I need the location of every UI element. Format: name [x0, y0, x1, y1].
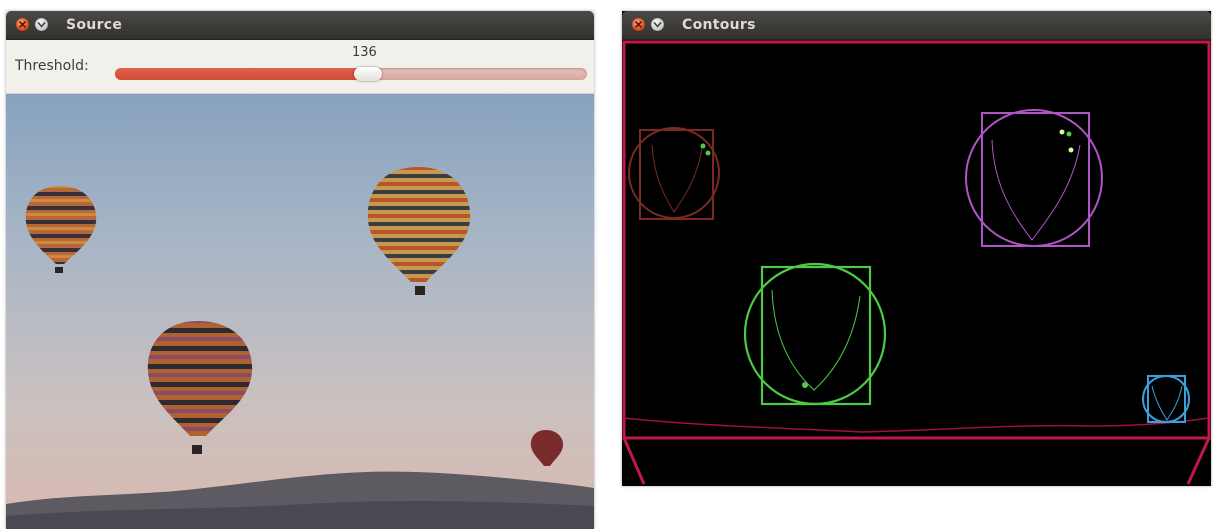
window-title: Contours: [682, 17, 756, 33]
slider-thumb[interactable]: [353, 67, 382, 81]
close-icon[interactable]: [16, 18, 29, 31]
contours-window: Contours: [622, 11, 1211, 486]
threshold-slider[interactable]: [115, 68, 587, 80]
source-titlebar[interactable]: Source: [6, 11, 594, 40]
slider-fill: [115, 68, 368, 80]
threshold-label: Threshold:: [15, 58, 89, 74]
chevron-down-icon[interactable]: [35, 18, 48, 31]
contours-image: [622, 40, 1211, 486]
source-window: Source Threshold: 136: [6, 11, 594, 529]
threshold-value: 136: [352, 45, 377, 60]
window-title: Source: [66, 17, 123, 33]
source-image: [6, 94, 594, 529]
close-icon[interactable]: [632, 18, 645, 31]
threshold-toolbar: Threshold: 136: [6, 40, 594, 94]
chevron-down-icon[interactable]: [651, 18, 664, 31]
contours-titlebar[interactable]: Contours: [622, 11, 1211, 40]
